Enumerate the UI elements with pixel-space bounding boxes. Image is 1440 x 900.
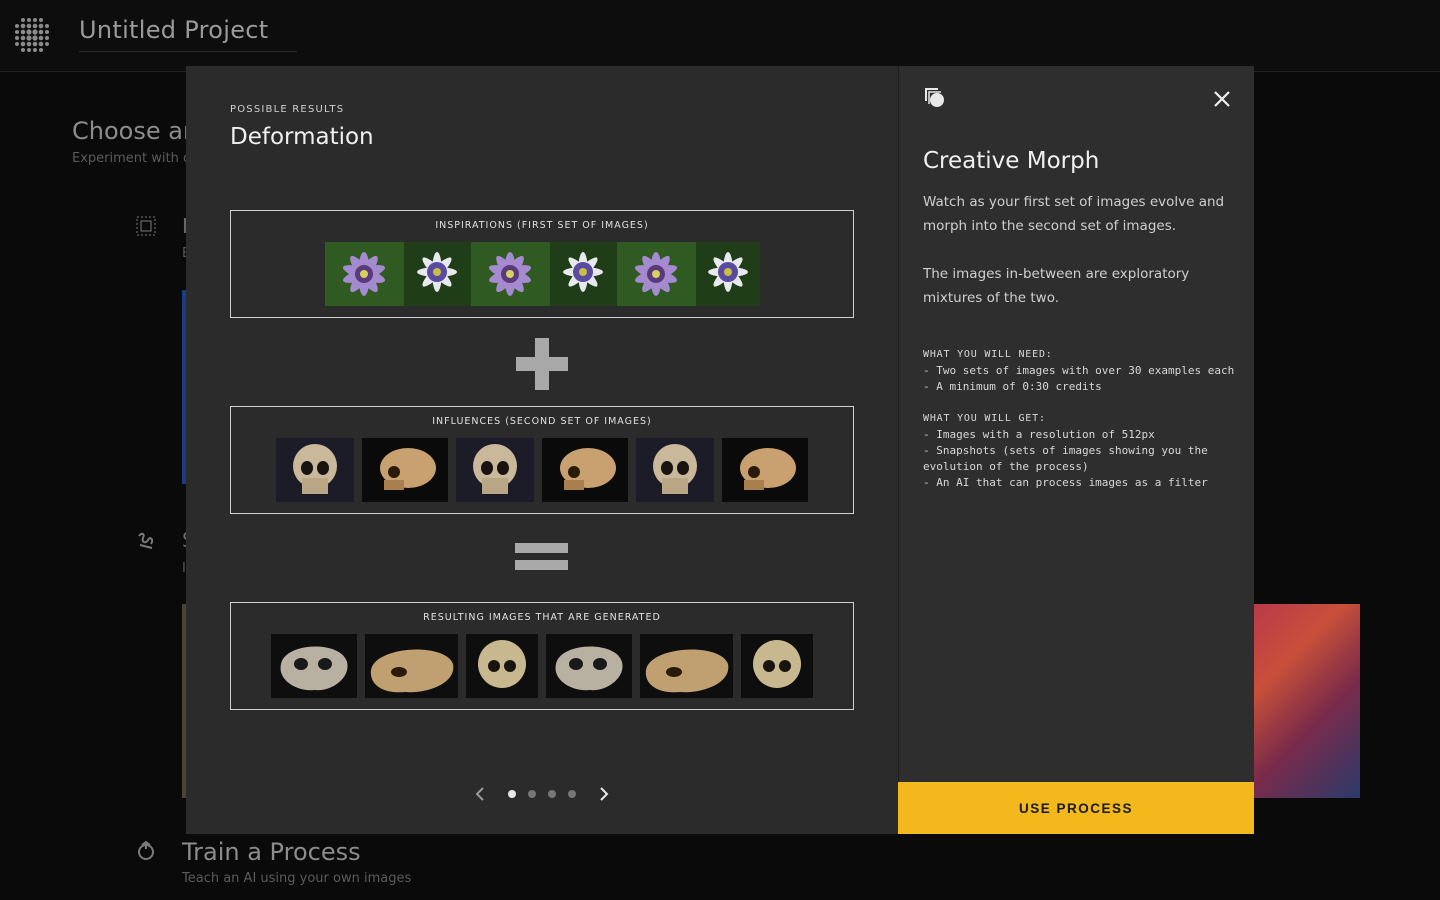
- flower-image: [616, 242, 696, 306]
- requirements-heading: WHAT YOU WILL NEED:: [923, 349, 1053, 360]
- output-item: - Images with a resolution of 512px: [923, 428, 1155, 441]
- flower-image: [324, 242, 404, 306]
- frame-icon: [136, 216, 156, 236]
- influences-thumbnails: [231, 438, 853, 502]
- skull-image: [542, 438, 628, 502]
- equals-icon: =: [515, 543, 568, 570]
- generated-image: [466, 634, 538, 698]
- project-title[interactable]: Untitled Project: [79, 16, 297, 52]
- top-bar: Untitled Project: [0, 0, 1440, 72]
- carousel-dot-1[interactable]: [508, 790, 516, 798]
- bg-page-subheading: Experiment with c: [72, 151, 191, 166]
- process-details-panel: Creative Morph Watch as your first set o…: [898, 66, 1254, 834]
- flower-image: [695, 242, 760, 306]
- inspirations-thumbnails: [231, 242, 853, 306]
- bg-card-image[interactable]: [1254, 604, 1360, 798]
- influences-label: INFLUENCES (SECOND SET OF IMAGES): [432, 416, 652, 427]
- squiggle-icon: [138, 532, 154, 549]
- flower-image: [470, 242, 550, 306]
- flower-image: [549, 242, 617, 306]
- bg-page-heading: Choose ar: [72, 117, 193, 145]
- skull-image: [456, 438, 534, 502]
- process-title: Creative Morph: [923, 148, 1100, 174]
- carousel-dot-3[interactable]: [548, 790, 556, 798]
- use-process-button[interactable]: USE PROCESS: [898, 782, 1254, 834]
- carousel-dot-4[interactable]: [568, 790, 576, 798]
- inspirations-box: INSPIRATIONS (FIRST SET OF IMAGES): [230, 210, 854, 318]
- chevron-left-icon[interactable]: [468, 782, 492, 806]
- preview-heading: Deformation: [230, 124, 374, 150]
- requirements-section: WHAT YOU WILL NEED: - Two sets of images…: [923, 347, 1243, 395]
- process-description-2: The images in-between are exploratory mi…: [923, 266, 1190, 306]
- dot-grid-icon[interactable]: [12, 16, 54, 56]
- results-preview-panel: POSSIBLE RESULTS Deformation INSPIRATION…: [186, 66, 898, 834]
- chevron-right-icon[interactable]: [592, 782, 616, 806]
- train-process-title[interactable]: Train a Process: [182, 838, 361, 866]
- output-item: - An AI that can process images as a fil…: [923, 476, 1208, 489]
- skull-image: [636, 438, 714, 502]
- skull-image: [276, 438, 354, 502]
- morph-icon: [925, 88, 944, 107]
- train-process-subtitle: Teach an AI using your own images: [182, 871, 412, 886]
- generated-image: [741, 634, 813, 698]
- generated-image: [365, 634, 458, 698]
- train-icon: [138, 840, 154, 860]
- inspirations-label: INSPIRATIONS (FIRST SET OF IMAGES): [435, 220, 649, 231]
- outputs-section: WHAT YOU WILL GET: - Images with a resol…: [923, 411, 1243, 491]
- requirement-item: - Two sets of images with over 30 exampl…: [923, 364, 1235, 377]
- requirement-item: - A minimum of 0:30 credits: [923, 380, 1102, 393]
- generated-image: [546, 634, 632, 698]
- results-label: RESULTING IMAGES THAT ARE GENERATED: [423, 612, 661, 623]
- close-icon[interactable]: [1211, 88, 1233, 110]
- eyebrow-label: POSSIBLE RESULTS: [230, 104, 345, 115]
- outputs-heading: WHAT YOU WILL GET:: [923, 413, 1046, 424]
- influences-box: INFLUENCES (SECOND SET OF IMAGES): [230, 406, 854, 514]
- skull-image: [722, 438, 808, 502]
- process-description: Watch as your first set of images evolve…: [923, 194, 1225, 234]
- generated-image: [271, 634, 357, 698]
- skull-image: [362, 438, 448, 502]
- flower-image: [403, 242, 471, 306]
- results-box: RESULTING IMAGES THAT ARE GENERATED: [230, 602, 854, 710]
- plus-icon: +: [516, 338, 568, 390]
- carousel-pagination: [186, 782, 898, 806]
- generated-image: [640, 634, 733, 698]
- results-thumbnails: [231, 634, 853, 698]
- output-item: - Snapshots (sets of images showing you …: [923, 444, 1208, 473]
- carousel-dot-2[interactable]: [528, 790, 536, 798]
